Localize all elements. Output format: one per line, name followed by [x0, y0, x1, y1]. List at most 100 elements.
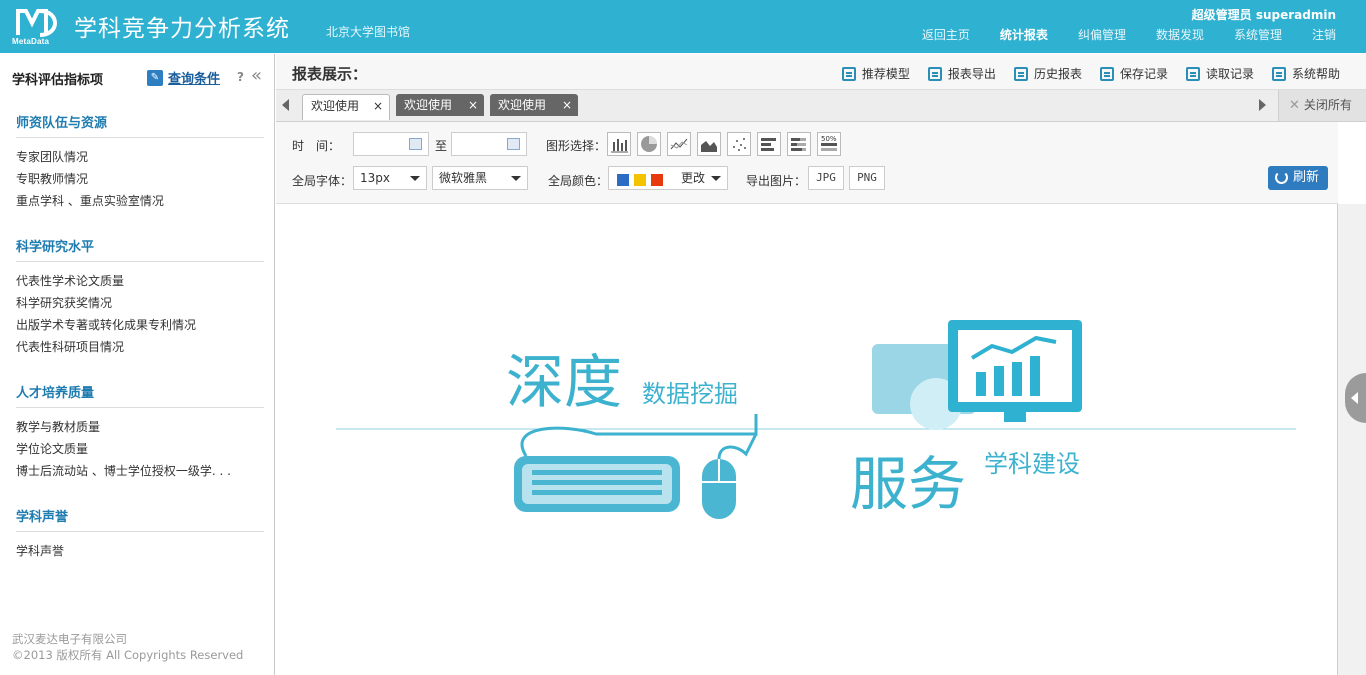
start-date-input[interactable]	[353, 132, 429, 156]
close-all-label: 关闭所有	[1303, 98, 1352, 112]
report-title: 报表展示：	[292, 65, 368, 83]
group-title: 师资队伍与资源	[16, 112, 264, 138]
tab-label: 欢迎使用	[311, 99, 360, 113]
export-icon	[927, 66, 942, 81]
service-text: 服务	[850, 450, 966, 518]
sidebar-item-key-disciplines[interactable]: 重点学科 、重点实验室情况	[16, 190, 264, 212]
tab-next-icon[interactable]	[1259, 99, 1266, 111]
stacked-bar-icon[interactable]	[787, 132, 811, 156]
percent-bar-icon[interactable]: 50%	[817, 132, 841, 156]
color-swatch-red	[651, 174, 663, 186]
tab-bar: 欢迎使用 × 欢迎使用 × 欢迎使用 × ✕ 关闭所有	[276, 90, 1366, 122]
sidebar-item-reputation[interactable]: 学科声誉	[16, 540, 264, 562]
export-report-label: 报表导出	[947, 67, 996, 81]
change-color-label: 更改	[681, 171, 706, 185]
save-record-button[interactable]: 保存记录	[1099, 65, 1168, 82]
metadata-logo: MetaData	[12, 7, 62, 47]
bar-chart-icon[interactable]	[607, 132, 631, 156]
font-label: 全局字体：	[292, 174, 353, 188]
sidebar-item-papers[interactable]: 代表性学术论文质量	[16, 270, 264, 292]
load-record-label: 读取记录	[1205, 67, 1254, 81]
query-conditions-button[interactable]: ✎ 查询条件	[147, 68, 220, 87]
load-record-button[interactable]: 读取记录	[1185, 65, 1254, 82]
sidebar-item-awards[interactable]: 科学研究获奖情况	[16, 292, 264, 314]
tab-welcome-1[interactable]: 欢迎使用 ×	[302, 94, 390, 120]
tab-label: 欢迎使用	[498, 98, 547, 112]
welcome-illustration: 深度 数据挖掘 服务 学科建设	[336, 320, 1296, 519]
monitor-chart-icon	[872, 320, 1082, 430]
refresh-label: 刷新	[1293, 170, 1320, 185]
color-swatch-yellow	[634, 174, 646, 186]
horizontal-bar-icon[interactable]	[757, 132, 781, 156]
font-family-select[interactable]: 微软雅黑	[432, 166, 528, 190]
color-select[interactable]: 更改	[608, 166, 728, 190]
edit-icon: ✎	[147, 69, 163, 86]
sidebar-item-teaching[interactable]: 教学与教材质量	[16, 416, 264, 438]
mouse-icon	[702, 433, 758, 519]
area-chart-icon[interactable]	[697, 132, 721, 156]
nav-correction[interactable]: 纠偏管理	[1078, 27, 1126, 43]
tab-label: 欢迎使用	[404, 98, 453, 112]
history-report-button[interactable]: 历史报表	[1013, 65, 1082, 82]
sidebar-item-postdoc[interactable]: 博士后流动站 、博士学位授权一级学. . .	[16, 460, 264, 482]
calendar-icon[interactable]	[507, 138, 520, 150]
font-size-select[interactable]: 13px	[353, 166, 427, 190]
nav-logout[interactable]: 注销	[1312, 27, 1336, 43]
line-chart-icon[interactable]	[667, 132, 691, 156]
close-icon[interactable]: ×	[373, 95, 383, 117]
recommend-model-button[interactable]: 推荐模型	[841, 65, 910, 82]
report-toolbar: 推荐模型 报表导出 历史报表 保存记录 读取记录 系统帮助	[824, 65, 1340, 82]
close-all-icon: ✕	[1289, 98, 1300, 113]
calendar-icon[interactable]	[409, 138, 422, 150]
tabs: 欢迎使用 × 欢迎使用 × 欢迎使用 ×	[302, 94, 584, 120]
to-label: 至	[435, 139, 448, 153]
nav-home[interactable]: 返回主页	[922, 27, 970, 43]
help-icon[interactable]: ?	[237, 70, 244, 84]
time-label: 时 间：	[292, 139, 341, 153]
export-png-button[interactable]: PNG	[849, 166, 885, 190]
chevron-down-icon	[711, 176, 721, 181]
tab-prev-icon[interactable]	[282, 99, 289, 111]
logo-text: MetaData	[12, 37, 50, 46]
sidebar-header: 学科评估指标项 ✎ 查询条件 ? «	[0, 54, 274, 100]
export-jpg-button[interactable]: JPG	[808, 166, 844, 190]
end-date-input[interactable]	[451, 132, 527, 156]
group-title: 人才培养质量	[16, 382, 264, 408]
export-report-button[interactable]: 报表导出	[927, 65, 996, 82]
nav-data-discovery[interactable]: 数据发现	[1156, 27, 1204, 43]
collapse-icon[interactable]: «	[251, 65, 262, 86]
group-research: 科学研究水平 代表性学术论文质量 科学研究获奖情况 出版学术专著或转化成果专利情…	[16, 236, 264, 358]
chart-type-selector: 50%	[607, 132, 847, 156]
close-all-tabs-button[interactable]: ✕ 关闭所有	[1278, 90, 1366, 121]
nav-system[interactable]: 系统管理	[1234, 27, 1282, 43]
sidebar-item-fulltime-teachers[interactable]: 专职教师情况	[16, 168, 264, 190]
tab-welcome-3[interactable]: 欢迎使用 ×	[490, 94, 578, 116]
chevron-down-icon	[511, 176, 521, 181]
save-icon	[1099, 66, 1114, 81]
close-icon[interactable]: ×	[562, 94, 572, 116]
sidebar-item-theses[interactable]: 学位论文质量	[16, 438, 264, 460]
help-book-icon	[1271, 66, 1286, 81]
system-help-label: 系统帮助	[1291, 67, 1340, 81]
export-image-label: 导出图片：	[746, 174, 807, 188]
system-help-button[interactable]: 系统帮助	[1271, 65, 1340, 82]
company-name: 武汉麦达电子有限公司	[12, 632, 127, 646]
sidebar-item-projects[interactable]: 代表性科研项目情况	[16, 336, 264, 358]
refresh-button[interactable]: 刷新	[1268, 166, 1328, 190]
group-faculty: 师资队伍与资源 专家团队情况 专职教师情况 重点学科 、重点实验室情况	[16, 112, 264, 212]
recommend-model-label: 推荐模型	[861, 67, 910, 81]
close-icon[interactable]: ×	[468, 94, 478, 116]
org-name: 北京大学图书馆	[326, 25, 411, 39]
group-talent: 人才培养质量 教学与教材质量 学位论文质量 博士后流动站 、博士学位授权一级学.…	[16, 382, 264, 482]
tab-welcome-2[interactable]: 欢迎使用 ×	[396, 94, 484, 116]
report-header: 报表展示： 推荐模型 报表导出 历史报表 保存记录 读取记录 系统帮助	[276, 54, 1366, 90]
report-content: 深度 数据挖掘 服务 学科建设	[276, 204, 1338, 675]
filter-panel: 时 间： 至 图形选择： 50% 全局字体： 13px 微软雅黑 全局颜色： 更…	[276, 122, 1338, 204]
chevron-down-icon	[410, 176, 420, 181]
pie-chart-icon[interactable]	[637, 132, 661, 156]
nav-reports[interactable]: 统计报表	[1000, 27, 1048, 43]
scatter-chart-icon[interactable]	[727, 132, 751, 156]
sidebar-item-expert-team[interactable]: 专家团队情况	[16, 146, 264, 168]
copyright-text: ©2013 版权所有 All Copyrights Reserved	[12, 648, 244, 662]
sidebar-item-monographs[interactable]: 出版学术专著或转化成果专利情况	[16, 314, 264, 336]
